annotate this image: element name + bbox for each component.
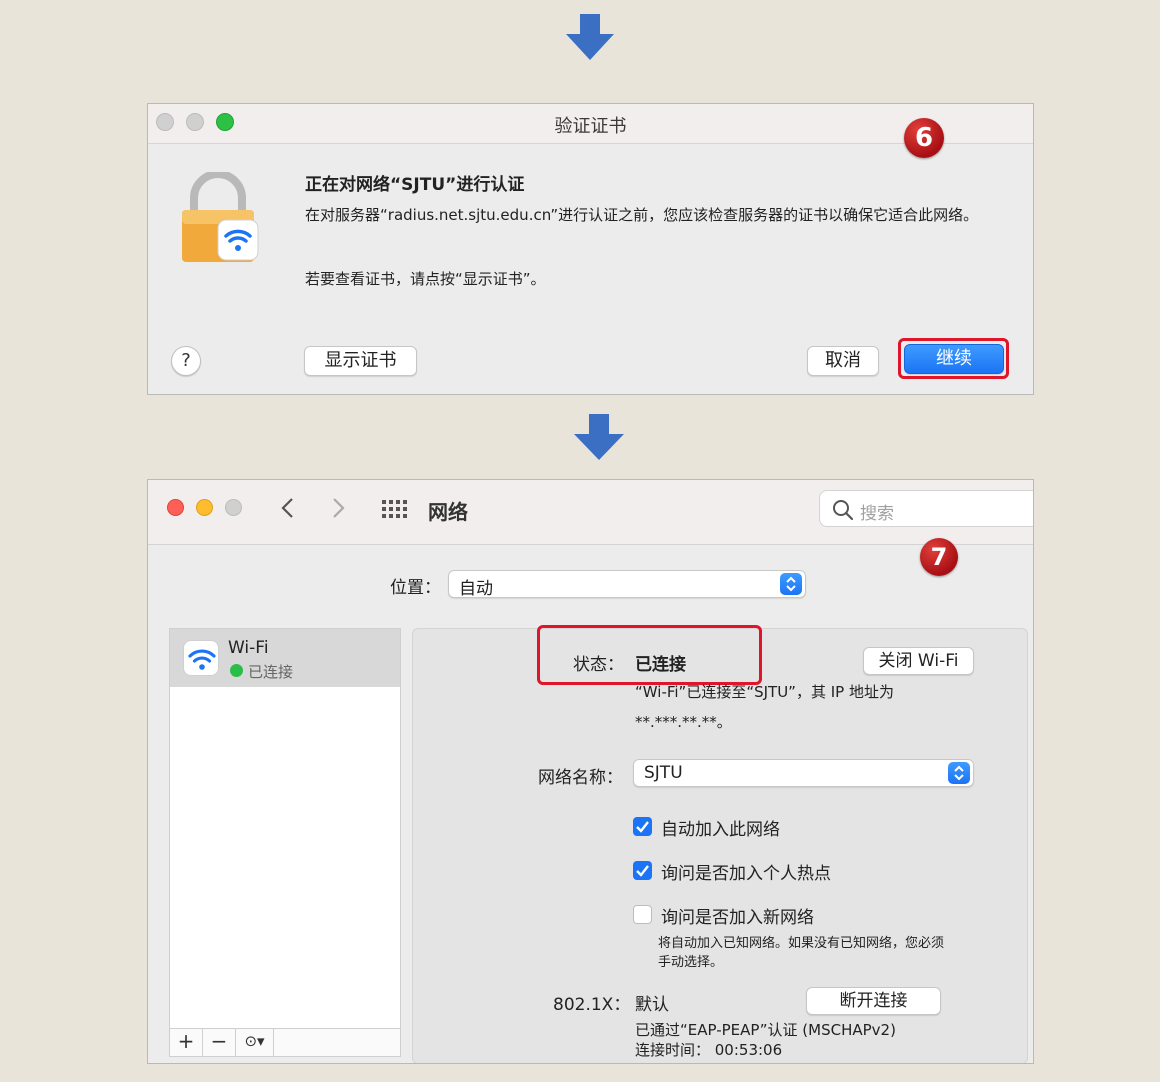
- auto-join-label: 自动加入此网络: [661, 820, 780, 840]
- wifi-icon: [183, 640, 219, 676]
- zoom-button[interactable]: [225, 499, 242, 516]
- continue-highlight-box: [898, 338, 1009, 379]
- wifi-details-panel: 状态： 已连接 关闭 Wi-Fi “Wi-Fi”已连接至“SJTU”，其 IP …: [412, 625, 1028, 1063]
- network-name-value: SJTU: [644, 763, 683, 783]
- search-icon: [833, 500, 854, 521]
- verify-certificate-dialog: 验证证书 6 正在对网络“SJTU”进行认证 在对服务器“radius.net.…: [147, 103, 1034, 395]
- auth-detail-text: 已通过“EAP-PEAP”认证 (MSCHAPv2): [635, 1021, 896, 1039]
- network-name-select[interactable]: SJTU: [633, 759, 974, 787]
- down-arrow-icon: [566, 14, 614, 60]
- service-status: 已连接: [248, 663, 294, 681]
- ask-hotspot-label: 询问是否加入个人热点: [661, 864, 831, 884]
- status-detail-text: “Wi-Fi”已连接至“SJTU”，其 IP 地址为: [635, 683, 894, 701]
- show-all-grid-icon[interactable]: [382, 500, 408, 518]
- dialog-body-text: 在对服务器“radius.net.sjtu.edu.cn”进行认证之前，您应该检…: [305, 206, 979, 224]
- new-network-note-line2: 手动选择。: [658, 955, 724, 970]
- down-arrow-icon: [574, 414, 624, 460]
- ip-address-masked: **.***.**.**。: [635, 713, 732, 731]
- close-button[interactable]: [167, 499, 184, 516]
- location-value: 自动: [459, 579, 493, 599]
- service-list: Wi-Fi 已连接 + − ⊙▾: [169, 628, 401, 1057]
- status-highlight-box: [537, 625, 762, 685]
- cancel-button[interactable]: 取消: [807, 346, 879, 376]
- ask-new-network-checkbox[interactable]: [633, 905, 652, 924]
- show-certificate-button[interactable]: 显示证书: [304, 346, 417, 376]
- select-stepper-icon: [780, 573, 802, 595]
- help-button[interactable]: ?: [171, 346, 201, 376]
- network-name-label: 网络名称：: [538, 768, 623, 788]
- dialog-titlebar: 验证证书: [148, 104, 1033, 144]
- step-badge-7: 7: [920, 538, 958, 576]
- connected-status-dot: [230, 664, 243, 677]
- window-toolbar: 网络 搜索: [148, 480, 1033, 545]
- dot1x-label: 802.1X：: [553, 995, 631, 1015]
- ask-new-network-label: 询问是否加入新网络: [661, 908, 814, 928]
- ask-hotspot-checkbox[interactable]: [633, 861, 652, 880]
- location-select[interactable]: 自动: [448, 570, 806, 599]
- network-preferences-window: 网络 搜索 7 位置： 自动 Wi-Fi 已连接 + − ⊙▾ 状态： 已连接 …: [147, 479, 1034, 1064]
- dialog-hint-text: 若要查看证书，请点按“显示证书”。: [305, 270, 546, 288]
- select-stepper-icon: [948, 762, 970, 784]
- service-item-wifi[interactable]: Wi-Fi 已连接: [170, 629, 400, 687]
- add-service-button[interactable]: +: [170, 1029, 203, 1056]
- dialog-heading: 正在对网络“SJTU”进行认证: [305, 175, 525, 195]
- minimize-button[interactable]: [196, 499, 213, 516]
- back-arrow-icon[interactable]: [280, 497, 294, 519]
- remove-service-button[interactable]: −: [203, 1029, 236, 1056]
- connection-time-text: 连接时间： 00:53:06: [635, 1041, 783, 1059]
- auto-join-checkbox[interactable]: [633, 817, 652, 836]
- window-title: 网络: [428, 500, 468, 524]
- location-label: 位置：: [390, 578, 441, 598]
- window-controls: [167, 499, 242, 516]
- disconnect-button[interactable]: 断开连接: [806, 987, 941, 1015]
- forward-arrow-icon[interactable]: [332, 497, 346, 519]
- turn-off-wifi-button[interactable]: 关闭 Wi-Fi: [863, 647, 974, 675]
- dot1x-value: 默认: [635, 995, 669, 1015]
- dialog-title: 验证证书: [554, 116, 627, 137]
- new-network-note-line1: 将自动加入已知网络。如果没有已知网络，您必须: [658, 936, 945, 951]
- search-placeholder: 搜索: [860, 504, 894, 524]
- lock-wifi-icon: [182, 172, 259, 262]
- step-badge-6: 6: [904, 118, 944, 158]
- service-list-footer: + − ⊙▾: [170, 1028, 400, 1056]
- more-actions-button[interactable]: ⊙▾: [236, 1029, 274, 1056]
- service-name: Wi-Fi: [228, 638, 269, 658]
- search-input[interactable]: 搜索: [819, 490, 1033, 527]
